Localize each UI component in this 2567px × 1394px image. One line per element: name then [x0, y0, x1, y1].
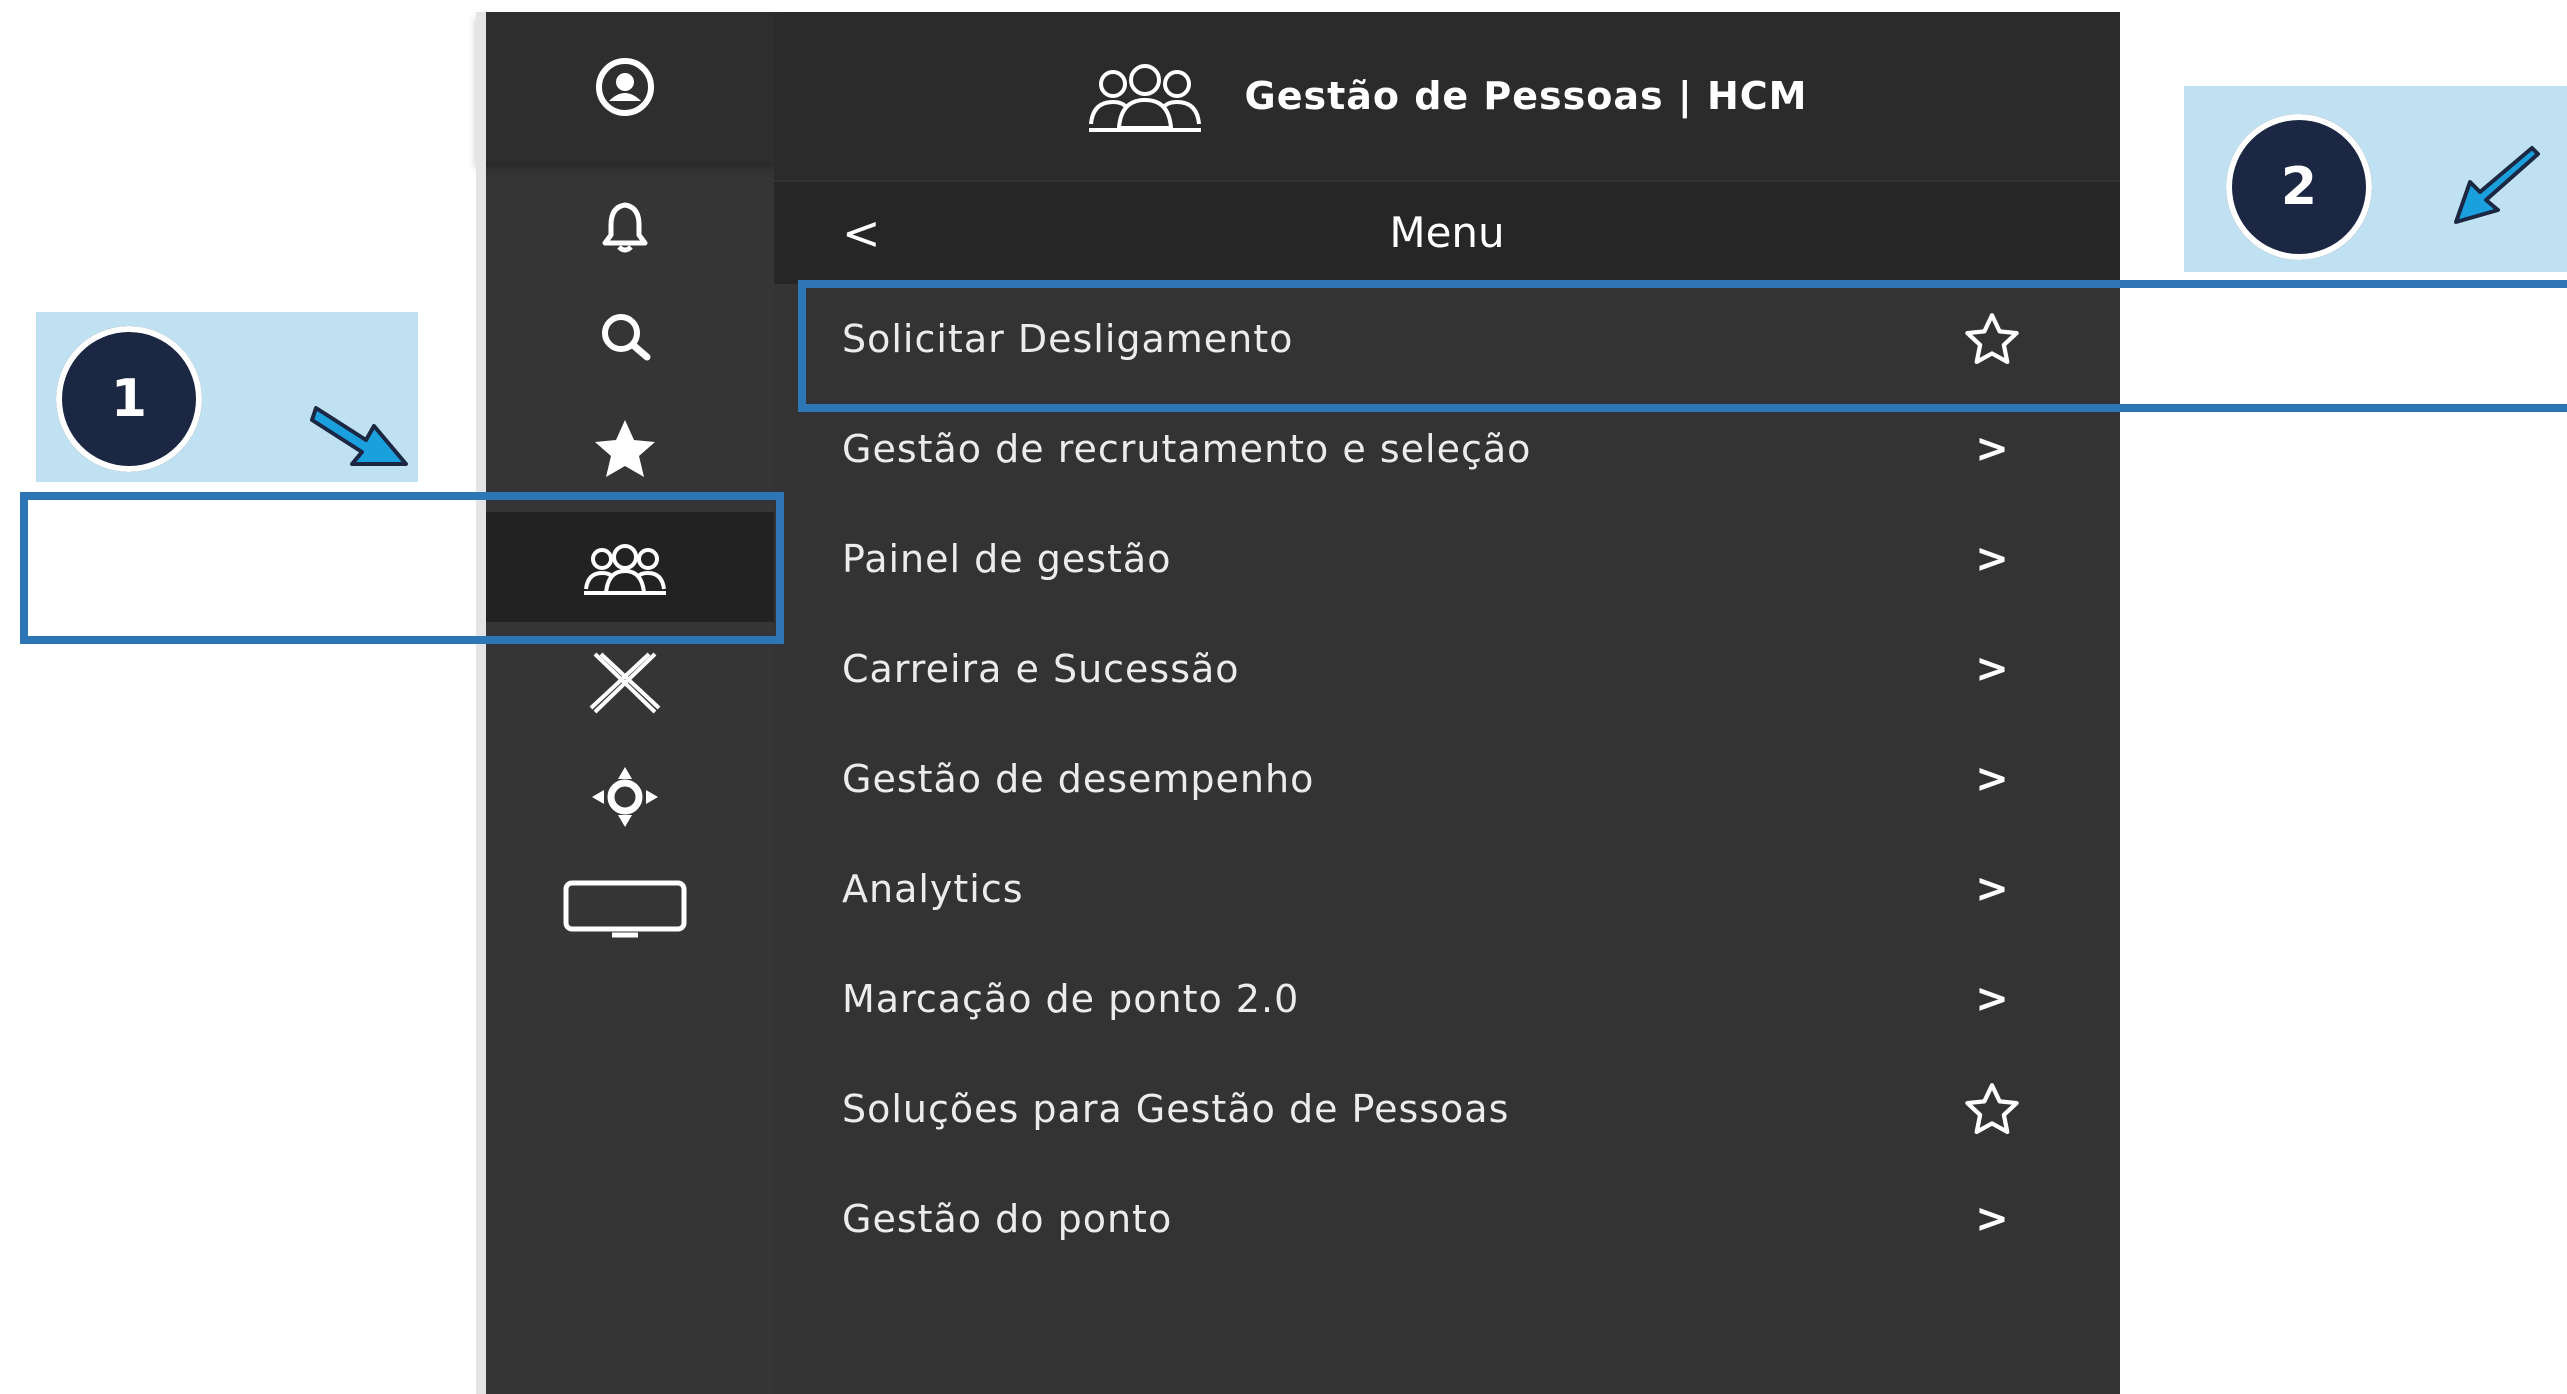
notifications-button[interactable] [476, 172, 774, 282]
chevron-right-icon: > [1975, 426, 2009, 472]
x-tools-icon [589, 650, 661, 716]
move-arrows-icon [590, 765, 660, 829]
rail-edge [476, 12, 486, 1394]
menu-item-carreira-sucessao[interactable]: Carreira e Sucessão > [774, 614, 2120, 724]
callout-1: 1 [36, 312, 418, 482]
callout-2: 2 [2184, 86, 2567, 272]
menu-item-gestao-ponto[interactable]: Gestão do ponto > [774, 1164, 2120, 1274]
favorite-star-icon[interactable] [1964, 1081, 2020, 1137]
chevron-right-icon: > [1975, 1196, 2009, 1242]
menu-item-label: Soluções para Gestão de Pessoas [842, 1087, 1510, 1131]
chevron-right-icon: > [1975, 536, 2009, 582]
callout-badge: 1 [56, 326, 202, 472]
arrow-down-right-icon [308, 392, 418, 476]
menu-header: < Menu [774, 182, 2120, 284]
navigation-button[interactable] [476, 742, 774, 852]
bell-icon [595, 197, 655, 257]
menu-item-label: Gestão de desempenho [842, 757, 1315, 801]
chevron-right-icon: > [1975, 756, 2009, 802]
icon-rail [476, 12, 774, 1394]
people-group-icon [1087, 54, 1203, 138]
menu-item-label: Gestão do ponto [842, 1197, 1173, 1241]
menu-list: Solicitar Desligamento Gestão de recruta… [774, 284, 2120, 1274]
search-button[interactable] [476, 282, 774, 392]
monitor-button[interactable] [476, 854, 774, 964]
chevron-right-icon: > [1975, 646, 2009, 692]
menu-item-label: Painel de gestão [842, 537, 1172, 581]
menu-item-gestao-desempenho[interactable]: Gestão de desempenho > [774, 724, 2120, 834]
app-title: Gestão de Pessoas | HCM [1244, 74, 1808, 118]
menu-item-analytics[interactable]: Analytics > [774, 834, 2120, 944]
favorites-button[interactable] [476, 394, 774, 504]
menu-item-solucoes-gestao-pessoas[interactable]: Soluções para Gestão de Pessoas [774, 1054, 2120, 1164]
menu-title: Menu [1389, 208, 1505, 257]
menu-item-marcacao-ponto[interactable]: Marcação de ponto 2.0 > [774, 944, 2120, 1054]
menu-item-label: Marcação de ponto 2.0 [842, 977, 1300, 1021]
chevron-right-icon: > [1975, 976, 2009, 1022]
panel-header: Gestão de Pessoas | HCM [774, 12, 2120, 180]
chevron-right-icon: > [1975, 866, 2009, 912]
user-avatar-icon[interactable] [593, 55, 657, 119]
menu-item-label: Analytics [842, 867, 1024, 911]
callout-badge: 2 [2226, 114, 2372, 260]
highlight-box-2 [798, 280, 2567, 412]
highlight-box-1 [20, 492, 784, 644]
arrow-down-left-icon [2446, 144, 2546, 248]
tools-button[interactable] [476, 628, 774, 738]
menu-item-label: Carreira e Sucessão [842, 647, 1240, 691]
main-panel: Gestão de Pessoas | HCM < Menu Solicitar… [774, 12, 2120, 1394]
monitor-icon [562, 879, 688, 939]
rail-profile-area [476, 12, 774, 162]
star-icon [592, 416, 658, 482]
search-icon [595, 307, 655, 367]
menu-item-painel-gestao[interactable]: Painel de gestão > [774, 504, 2120, 614]
